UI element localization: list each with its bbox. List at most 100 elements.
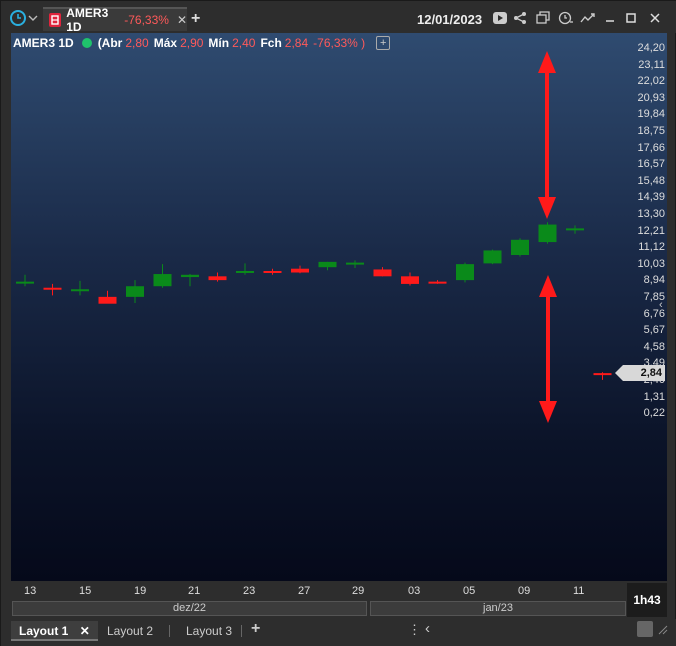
price-tick-label: 14,39: [637, 191, 665, 204]
price-tick-label: 18,75: [637, 125, 665, 137]
candle-body: [318, 261, 337, 268]
legend-open-value: 2,80: [125, 36, 149, 50]
date-tick-label: 11: [573, 585, 585, 597]
add-layout-button[interactable]: +: [251, 620, 260, 638]
date-tick-label: 15: [79, 585, 92, 597]
scroll-left-icon[interactable]: ‹: [425, 620, 430, 637]
price-tick-label: 12,21: [637, 224, 665, 237]
month-label-dec: dez/22: [12, 601, 367, 616]
date-tick-label: 21: [188, 585, 201, 597]
candle: [456, 262, 474, 283]
candle-body: [593, 373, 612, 376]
price-tick-label: 20,93: [637, 91, 665, 104]
date-tick-label: 13: [24, 585, 37, 597]
candle-body: [538, 224, 557, 243]
date-tick-label: 29: [352, 585, 365, 597]
divider: [241, 625, 242, 637]
candle-body: [483, 250, 502, 264]
candle: [538, 222, 557, 244]
collapse-panel-icon[interactable]: ‹: [659, 299, 663, 311]
scrollbar-thumb[interactable]: [637, 621, 653, 637]
candle-body: [456, 264, 474, 281]
tab-layout-1[interactable]: Layout 1 ✕: [11, 621, 98, 641]
candle: [126, 280, 144, 303]
layout-1-close-button[interactable]: ✕: [80, 624, 90, 638]
candle-body: [181, 274, 199, 278]
candle: [263, 268, 282, 275]
tab-layout-2[interactable]: Layout 2: [99, 621, 161, 641]
candle: [346, 260, 364, 268]
layout-1-label: Layout 1: [19, 624, 69, 638]
candle: [181, 274, 199, 287]
legend-close-value: 2,84: [284, 36, 309, 50]
price-tick-label: 1,31: [643, 390, 665, 403]
candle: [236, 263, 254, 275]
legend-low-value: 2,40: [232, 36, 256, 50]
candle-body: [126, 286, 144, 297]
candle-body: [16, 281, 34, 284]
price-tick-label: 5,67: [643, 324, 665, 337]
date-tick-label: 19: [134, 585, 147, 597]
date-tick-label: 05: [463, 585, 476, 597]
candle: [593, 372, 612, 380]
date-tick-label: 09: [518, 585, 531, 597]
candle-body: [208, 276, 227, 281]
more-options-icon[interactable]: ⋮: [408, 622, 421, 638]
price-tick-label: 11,12: [638, 241, 665, 254]
tab-layout-3[interactable]: Layout 3: [178, 621, 240, 641]
legend-low-label: Mín: [208, 36, 230, 50]
date-tick-label: 27: [298, 585, 311, 597]
candle-body: [291, 268, 309, 273]
live-status-icon: [81, 38, 92, 48]
candle: [428, 280, 447, 284]
candle-body: [346, 262, 364, 265]
candle: [16, 274, 34, 287]
candle: [483, 249, 502, 265]
candle: [71, 280, 89, 296]
candle-body: [401, 276, 419, 284]
candle-body: [428, 281, 447, 284]
candle: [566, 225, 584, 234]
legend-open-label: (Abr: [97, 36, 123, 50]
app-window: AMER3 1D -76,33% ✕ + 12/01/2023 AMER3 1D…: [0, 0, 676, 646]
lower-gap-arrow: [539, 275, 557, 423]
candle: [98, 290, 117, 304]
candlestick-chart: [16, 51, 612, 423]
chart-legend: AMER3 1D (Abr 2,80 Máx 2,90 Mín 2,40 Fch…: [13, 36, 391, 50]
candle: [401, 272, 419, 286]
candle-body: [566, 228, 584, 231]
current-price-tag: 2,84: [615, 365, 665, 381]
month-label-jan: jan/23: [370, 601, 626, 616]
candle-body: [43, 287, 62, 290]
candle-body: [263, 270, 282, 273]
upper-gap-arrow: [538, 51, 556, 219]
candle-body: [236, 270, 254, 273]
candle: [153, 264, 172, 288]
candle-body: [153, 274, 172, 287]
price-tick-label: 23,11: [638, 58, 665, 71]
price-tick-label: 22,02: [637, 75, 665, 88]
add-indicator-button[interactable]: +: [376, 36, 391, 50]
price-tick-label: 10,03: [637, 257, 665, 270]
candle-body: [98, 296, 117, 304]
price-tick-label: 16,57: [637, 158, 665, 171]
legend-high-label: Máx: [153, 36, 178, 50]
legend-symbol: AMER3 1D: [13, 36, 74, 50]
price-tick-label: 13,30: [637, 208, 665, 220]
date-tick-label: 23: [243, 585, 256, 597]
price-tick-label: 15,48: [637, 174, 665, 187]
candle-timer: 1h43: [627, 583, 667, 617]
candle-body: [71, 289, 89, 292]
candle: [318, 261, 337, 271]
candle: [291, 265, 309, 274]
legend-close-label: Fch: [260, 36, 282, 50]
date-tick-label: 03: [408, 585, 421, 597]
price-tick-label: 19,84: [637, 108, 665, 121]
resize-handle-icon[interactable]: [658, 625, 668, 635]
price-tick-label: 8,94: [643, 274, 665, 287]
legend-high-value: 2,90: [180, 36, 204, 50]
candle: [511, 238, 529, 257]
price-tick-label: 0,22: [643, 407, 665, 420]
candle-body: [373, 269, 392, 277]
candle-body: [511, 239, 529, 256]
